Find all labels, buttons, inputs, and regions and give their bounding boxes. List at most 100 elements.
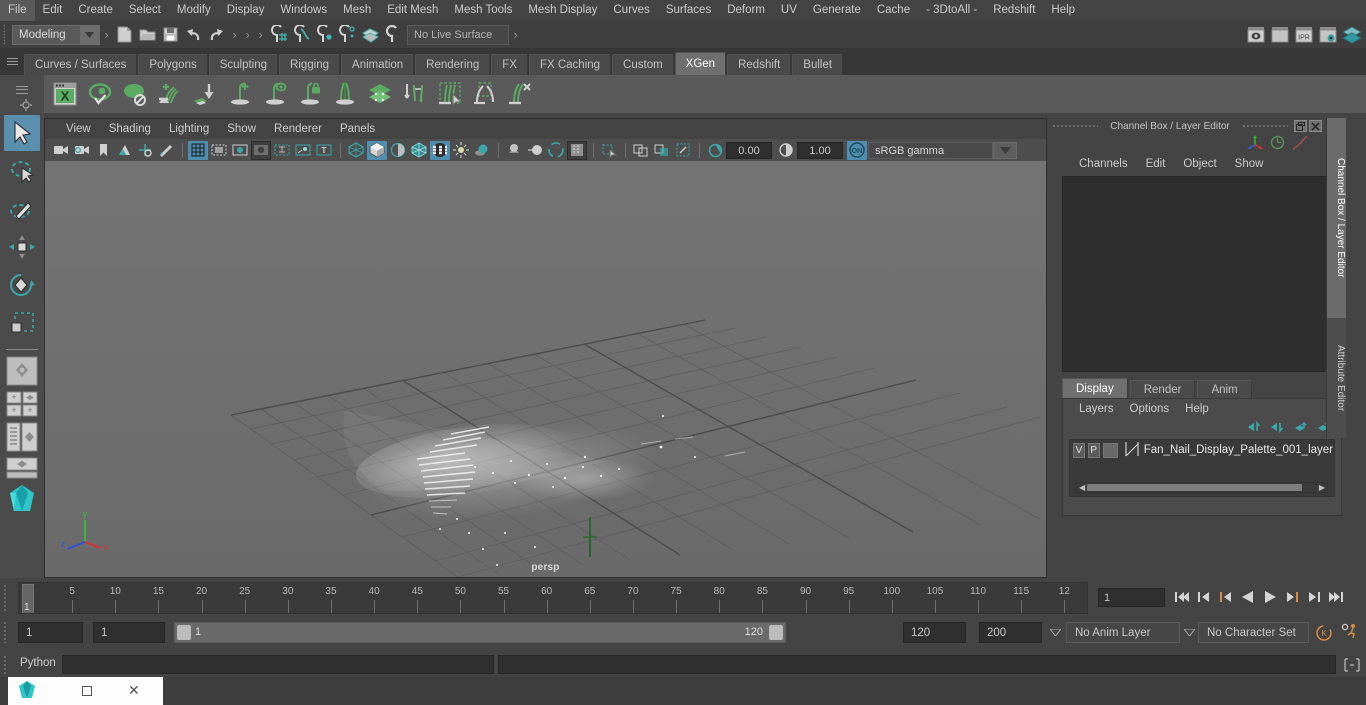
viewport-menu-renderer[interactable]: Renderer [265,123,331,135]
xray-toggle-icon[interactable] [599,141,619,160]
step-forward-keyframe-icon[interactable] [1304,586,1323,608]
animation-preferences-icon[interactable] [1340,623,1360,644]
image-plane-icon[interactable] [114,141,134,160]
range-start-handle[interactable] [177,625,191,640]
scale-tool-icon[interactable] [4,305,40,341]
layer-menu-options[interactable]: Options [1122,403,1178,415]
live-surface-field[interactable]: No Live Surface [407,24,509,45]
shelf-tab-fx-caching[interactable]: FX Caching [528,54,612,75]
panel-title-bar[interactable]: Channel Box / Layer Editor [1048,118,1346,134]
render-current-frame-icon[interactable] [1244,23,1267,46]
shadows-icon[interactable] [472,141,492,160]
viewport-menu-panels[interactable]: Panels [331,123,384,135]
select-tool-icon[interactable] [4,115,40,151]
go-to-start-icon[interactable] [1172,586,1191,608]
layer-shading-toggle[interactable] [1102,442,1118,458]
range-start-time-field[interactable]: 1 [93,622,165,643]
create-new-layer-icon[interactable] [1294,421,1308,436]
xray-joints-icon[interactable] [631,141,651,160]
vertical-tab-attribute-editor[interactable]: Attribute Editor [1326,318,1346,438]
new-scene-icon[interactable] [113,23,136,46]
shelf-tab-fx[interactable]: FX [491,54,528,75]
two-d-pan-zoom-icon[interactable] [135,141,155,160]
clock-icon[interactable] [1270,135,1285,153]
channel-menu-show[interactable]: Show [1226,158,1273,170]
shelf-tab-sculpting[interactable]: Sculpting [208,54,279,75]
menu-item-edit-mesh[interactable]: Edit Mesh [379,0,446,21]
shelf-tab-rendering[interactable]: Rendering [415,54,491,75]
wireframe-shading-icon[interactable] [346,141,366,160]
command-input[interactable] [62,655,494,674]
xgen-add-groom-icon[interactable] [153,77,186,110]
script-editor-icon[interactable] [1341,656,1363,673]
render-sequence-icon[interactable] [1268,23,1291,46]
xgen-delete-guides-icon[interactable] [503,77,536,110]
xgen-lock-description-icon[interactable] [293,77,326,110]
maya-logo-icon[interactable] [6,484,38,517]
shelf-tab-curves-surfaces[interactable]: Curves / Surfaces [24,54,138,75]
move-layer-up-icon[interactable] [1248,420,1262,436]
display-layer-list[interactable]: V P Fan_Nail_Display_Palette_001_layer ◀… [1069,439,1335,497]
panel-grip-left[interactable] [1048,118,1102,134]
menu-item-help[interactable]: Help [1043,0,1083,21]
wireframe-on-shaded-icon[interactable] [409,141,429,160]
layer-playback-toggle[interactable]: P [1087,442,1100,458]
go-to-end-icon[interactable] [1326,586,1345,608]
multisample-aa-icon[interactable] [546,141,566,160]
scroll-left-arrow-icon[interactable]: ◀ [1079,483,1085,492]
menu-item-file[interactable]: File [0,0,35,21]
viewport-3d-canvas[interactable]: y x z persp [45,161,1046,577]
camera-attributes-icon[interactable] [72,141,92,160]
gamma-icon[interactable] [776,141,796,160]
make-live-icon[interactable] [382,23,405,46]
color-management-on-icon[interactable]: ON [847,140,867,160]
manipulator-axis-icon[interactable] [1247,135,1263,153]
snap-to-projected-center-icon[interactable] [336,23,359,46]
menu-item-edit[interactable]: Edit [35,0,71,21]
table-row[interactable]: V P Fan_Nail_Display_Palette_001_layer [1071,441,1333,459]
channel-menu-edit[interactable]: Edit [1137,158,1175,170]
viewport-menu-lighting[interactable]: Lighting [160,123,218,135]
vertical-tab-channel-box[interactable]: Channel Box / Layer Editor [1326,118,1346,318]
use-all-lights-icon[interactable] [451,141,471,160]
layer-visibility-toggle[interactable]: V [1073,442,1085,458]
command-line-grip[interactable] [3,655,7,674]
shelf-row-grip[interactable] [0,75,44,113]
statusline-grip[interactable] [0,21,10,48]
chevron-down-icon[interactable] [1047,622,1063,643]
gate-mask-icon[interactable] [251,140,271,160]
current-frame-field[interactable]: 1 [1098,588,1165,607]
texture-toggle-icon[interactable] [430,140,450,160]
range-end-time-field[interactable]: 120 [903,622,966,643]
tab-anim[interactable]: Anim [1197,380,1252,398]
shade-selected-items-icon[interactable] [388,141,408,160]
move-tool-icon[interactable] [4,229,40,265]
screen-space-ao-icon[interactable] [504,141,524,160]
restore-icon[interactable] [82,686,92,696]
snap-to-point-icon[interactable] [313,23,336,46]
film-gate-icon[interactable] [209,141,229,160]
undock-icon[interactable] [1294,120,1308,132]
menu-item-surfaces[interactable]: Surfaces [658,0,719,21]
viewport-menu-show[interactable]: Show [218,123,265,135]
channel-box-content[interactable] [1062,176,1342,372]
shelf-tab-polygons[interactable]: Polygons [138,54,208,75]
chevron-down-icon[interactable] [993,141,1017,159]
toolbar-separator-2[interactable]: › [230,25,239,44]
range-slider-bar[interactable]: 1 120 [174,622,786,643]
xgen-window-icon[interactable]: X [48,77,81,110]
field-chart-icon[interactable] [272,141,292,160]
outliner-persp-layout-icon[interactable] [6,422,38,455]
snap-to-grid-icon[interactable] [267,23,290,46]
layer-menu-help[interactable]: Help [1177,403,1217,415]
shelf-tab-redshift[interactable]: Redshift [727,54,792,75]
menu-item-mesh-display[interactable]: Mesh Display [520,0,605,21]
xgen-preview-description-icon[interactable] [258,77,291,110]
play-backwards-icon[interactable] [1238,586,1257,608]
range-slider-grip[interactable] [3,621,7,643]
open-scene-icon[interactable] [136,23,159,46]
menu-item-generate[interactable]: Generate [805,0,869,21]
xgen-preview-off-icon[interactable] [118,77,151,110]
resolution-gate-icon[interactable] [230,141,250,160]
toolbar-separator-4[interactable]: › [256,25,265,44]
